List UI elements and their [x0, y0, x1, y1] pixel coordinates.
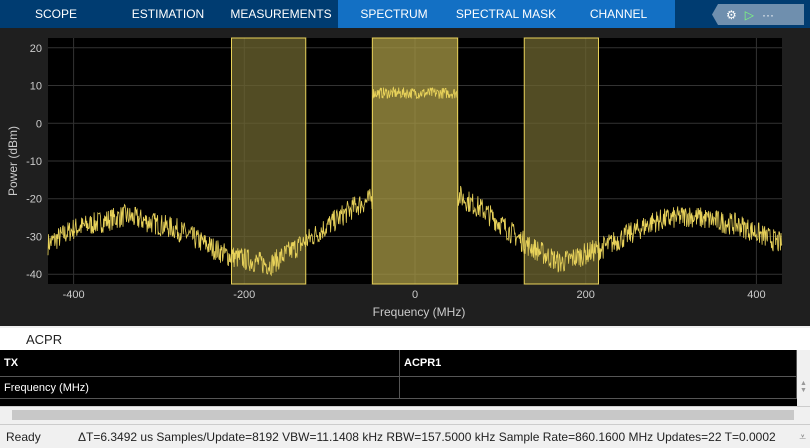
- y-tick-label: -10: [26, 156, 42, 168]
- y-tick-label: -40: [26, 269, 42, 281]
- status-measurements: ΔT=6.3492 us Samples/Update=8192 VBW=11.…: [78, 430, 776, 444]
- horizontal-scrollbar[interactable]: [0, 406, 810, 423]
- more-button[interactable]: ···: [762, 8, 774, 22]
- y-tick-label: -30: [26, 231, 42, 243]
- toolbar: ⚙ ▷ ···: [712, 4, 804, 25]
- y-tick-label: 10: [30, 81, 42, 93]
- acpr-table: TX ACPR1 Frequency (MHz): [0, 350, 797, 406]
- row-label-frequency: Frequency (MHz): [0, 377, 400, 398]
- spectrum-chart: -400 -200 0 200 400 20 10 0 -10 -20 -30 -40 Frequen…: [6, 37, 783, 319]
- header-tx: TX: [0, 350, 400, 376]
- channel-band: [371, 37, 459, 285]
- tab-spectral-mask[interactable]: SPECTRAL MASK: [450, 0, 562, 28]
- tab-bar: SCOPE ESTIMATION MEASUREMENTS SPECTRUM S…: [0, 0, 810, 49]
- x-tick-label: -200: [233, 289, 255, 301]
- run-icon[interactable]: ▷: [745, 8, 754, 22]
- x-tick-label: 400: [747, 289, 765, 301]
- tab-estimation[interactable]: ESTIMATION: [112, 0, 224, 28]
- vertical-scrollbar[interactable]: ▲ ▼: [797, 350, 810, 406]
- x-tick-label: -400: [63, 289, 85, 301]
- y-tick-label: -20: [26, 194, 42, 206]
- scroll-thumb[interactable]: [12, 410, 794, 420]
- tab-scope[interactable]: SCOPE: [0, 0, 112, 28]
- y-tick-label: 0: [36, 118, 42, 130]
- y-tick-label: 20: [30, 43, 42, 55]
- header-acpr1: ACPR1: [400, 350, 797, 376]
- channel-band: [231, 37, 307, 285]
- settings-icon[interactable]: ⚙: [726, 8, 737, 22]
- expand-icon[interactable]: ⩡: [796, 425, 806, 448]
- status-bar: Ready ΔT=6.3492 us Samples/Update=8192 V…: [0, 424, 810, 448]
- cell-acpr1-frequency: [400, 377, 797, 398]
- tab-channel-measurements[interactable]: CHANNEL MEASU···: [562, 0, 675, 49]
- y-axis-label: Power (dBm): [6, 126, 20, 196]
- tab-measurements[interactable]: MEASUREMENTS: [224, 0, 338, 28]
- x-tick-label: 0: [412, 289, 418, 301]
- x-axis-label: Frequency (MHz): [373, 305, 466, 319]
- x-tick-label: 200: [577, 289, 595, 301]
- status-state: Ready: [6, 430, 41, 444]
- spectrum-plot: -400 -200 0 200 400 20 10 0 -10 -20 -30 -40 Frequen…: [0, 28, 810, 326]
- tab-spectrum[interactable]: SPECTRUM: [338, 0, 450, 28]
- acpr-title: ACPR: [0, 328, 810, 350]
